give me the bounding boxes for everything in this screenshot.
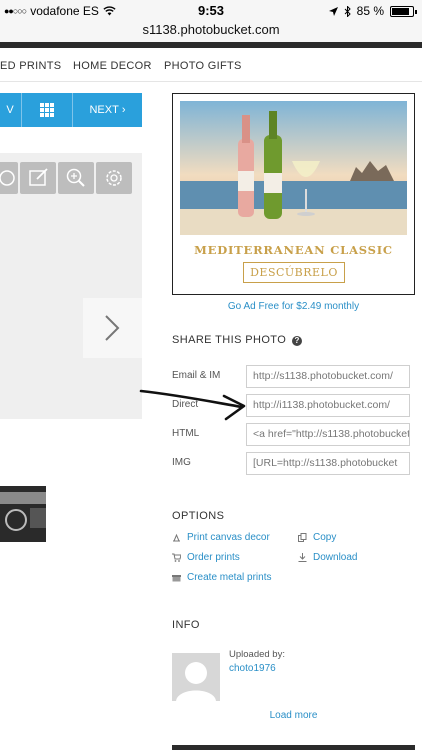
chevron-right-icon: ›	[121, 104, 126, 116]
next-button[interactable]: NEXT ›	[73, 93, 142, 127]
next-label: NEXT	[89, 104, 119, 116]
zoom-icon	[66, 168, 85, 187]
nav-item-home-decor[interactable]: HOME DECOR	[73, 60, 152, 72]
battery-icon	[390, 5, 417, 17]
zoom-button[interactable]	[58, 162, 94, 194]
download-option[interactable]: Download	[298, 552, 357, 563]
gear-icon	[106, 170, 122, 186]
avatar[interactable]	[172, 653, 220, 701]
metal-prints-option[interactable]: Create metal prints	[172, 572, 271, 583]
uploaded-by-label: Uploaded by:	[229, 649, 285, 660]
footer-strip	[172, 745, 415, 750]
advertisement[interactable]: MEDITERRANEAN CLASSIC DESCÚBRELO	[172, 93, 415, 295]
url-text: s1138.photobucket.com	[142, 22, 280, 37]
img-code-field[interactable]: [URL=http://s1138.photobucket	[246, 452, 410, 475]
user-silhouette-icon	[176, 662, 216, 701]
share-label-direct: Direct	[172, 399, 199, 410]
grid-view-button[interactable]	[22, 93, 72, 127]
url-bar[interactable]: s1138.photobucket.com	[0, 22, 422, 42]
edit-button[interactable]	[20, 162, 56, 194]
photo-thumbnail[interactable]	[0, 486, 46, 542]
rotate-icon	[0, 170, 15, 186]
nav-item-photo-gifts[interactable]: PHOTO GIFTS	[164, 60, 242, 72]
order-prints-option[interactable]: Order prints	[172, 552, 240, 563]
grid-icon	[40, 103, 54, 117]
prev-button[interactable]: V	[0, 93, 20, 127]
gift-icon	[172, 575, 181, 582]
location-arrow-icon	[328, 6, 338, 16]
direct-link-field[interactable]: http://i1138.photobucket.com/	[246, 394, 410, 417]
bluetooth-icon	[344, 5, 351, 17]
canvas-icon	[173, 533, 180, 542]
print-canvas-option[interactable]: Print canvas decor	[172, 532, 270, 543]
cart-icon	[172, 553, 181, 562]
download-icon	[298, 553, 307, 562]
ad-cta-button[interactable]: DESCÚBRELO	[243, 262, 345, 283]
next-photo-arrow[interactable]	[83, 298, 142, 358]
copy-option[interactable]: Copy	[298, 532, 336, 543]
ad-headline: MEDITERRANEAN CLASSIC	[194, 243, 393, 257]
share-label-html: HTML	[172, 428, 200, 439]
html-code-field[interactable]: <a href="http://s1138.photobucket	[246, 423, 410, 446]
settings-button[interactable]	[96, 162, 132, 194]
load-more-link[interactable]: Load more	[172, 710, 415, 721]
battery-fill	[392, 7, 409, 15]
copy-icon	[298, 533, 307, 542]
battery-percent: 85 %	[356, 4, 384, 18]
options-section-title: OPTIONS	[172, 510, 225, 522]
photo-toolbar: V NEXT ›	[0, 93, 142, 127]
top-nav: ED PRINTS HOME DECOR PHOTO GIFTS	[0, 48, 422, 82]
nav-item-prints[interactable]: ED PRINTS	[0, 60, 61, 72]
uploader-link[interactable]: choto1976	[229, 663, 276, 674]
share-label-email: Email & IM	[172, 370, 221, 381]
email-link-field[interactable]: http://s1138.photobucket.com/	[246, 365, 410, 388]
status-bar: ●●○○○ vodafone ES 9:53 85 %	[0, 0, 422, 22]
share-label-img: IMG	[172, 457, 191, 468]
edit-icon	[29, 168, 48, 186]
info-section-title: INFO	[172, 619, 200, 631]
share-section-title: SHARE THIS PHOTO?	[172, 334, 303, 346]
rotate-button[interactable]	[0, 162, 18, 194]
car-interior-image	[0, 486, 46, 542]
help-icon[interactable]: ?	[292, 336, 303, 346]
chevron-right-icon	[105, 315, 120, 341]
prev-label: V	[6, 104, 14, 116]
ad-image	[180, 101, 407, 235]
ad-free-link[interactable]: Go Ad Free for $2.49 monthly	[172, 301, 415, 312]
